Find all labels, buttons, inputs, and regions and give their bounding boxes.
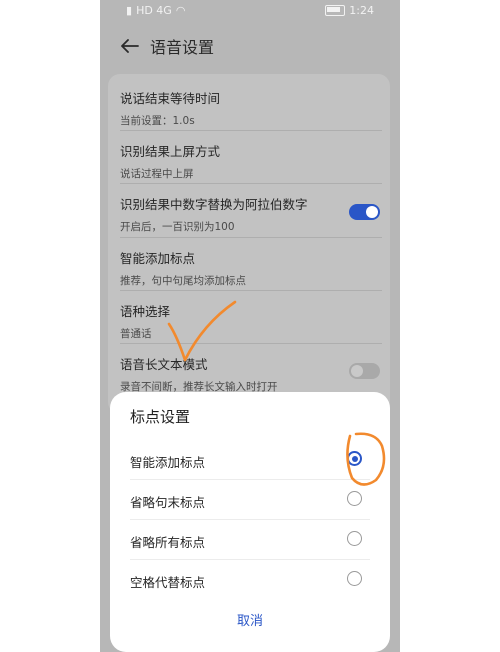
status-bar: ▮ HD 4G ◠ 1:24 [100, 0, 400, 22]
divider [120, 343, 382, 344]
wifi-icon: ◠ [175, 4, 186, 17]
setting-subtitle: 开启后，一百识别为100 [120, 221, 235, 233]
cancel-button[interactable]: 取消 [110, 610, 390, 629]
setting-long-text[interactable]: 语音长文本模式 录音不间断，推荐长文输入时打开 [120, 354, 382, 394]
setting-title: 语种选择 [120, 304, 171, 319]
setting-subtitle: 普通话 [120, 328, 152, 340]
status-right: 1:24 [325, 4, 374, 17]
signal-icon: ▮ [126, 4, 133, 17]
option-omit-all-punctuation[interactable]: 省略所有标点 [130, 520, 370, 560]
radio-unselected[interactable] [347, 571, 362, 586]
setting-title: 说话结束等待时间 [120, 91, 221, 106]
divider [120, 130, 382, 131]
option-omit-end-punctuation[interactable]: 省略句末标点 [130, 480, 370, 520]
setting-subtitle: 推荐，句中句尾均添加标点 [120, 275, 246, 287]
setting-title: 智能添加标点 [120, 251, 196, 266]
setting-display-mode[interactable]: 识别结果上屏方式 说话过程中上屏 [120, 141, 382, 181]
setting-arabic-numerals[interactable]: 识别结果中数字替换为阿拉伯数字 开启后，一百识别为100 [120, 194, 382, 234]
setting-title: 识别结果上屏方式 [120, 144, 221, 159]
back-button[interactable] [120, 36, 140, 56]
top-bar: 语音设置 [100, 30, 400, 62]
battery-icon [325, 5, 346, 16]
option-label: 空格代替标点 [130, 575, 206, 590]
radio-unselected[interactable] [347, 491, 362, 506]
setting-title: 语音长文本模式 [120, 357, 208, 372]
checkmark-annotation-icon [167, 300, 237, 362]
option-label: 省略所有标点 [130, 535, 206, 550]
settings-card: 说话结束等待时间 当前设置：1.0s 识别结果上屏方式 说话过程中上屏 识别结果… [108, 74, 390, 414]
divider [120, 183, 382, 184]
punctuation-sheet: 标点设置 智能添加标点 省略句末标点 省略所有标点 空格代替标点 取消 [110, 392, 390, 652]
option-label: 省略句末标点 [130, 495, 206, 510]
network-label: HD 4G [136, 4, 172, 17]
circle-annotation-icon [346, 432, 386, 486]
setting-smart-punctuation[interactable]: 智能添加标点 推荐，句中句尾均添加标点 [120, 248, 382, 288]
arrow-left-icon [121, 39, 139, 53]
status-left: ▮ HD 4G ◠ [126, 4, 185, 17]
setting-wait-time[interactable]: 说话结束等待时间 当前设置：1.0s [120, 88, 382, 128]
radio-unselected[interactable] [347, 531, 362, 546]
divider [120, 237, 382, 238]
setting-language[interactable]: 语种选择 普通话 [120, 301, 382, 341]
setting-subtitle: 说话过程中上屏 [120, 168, 194, 180]
setting-subtitle: 当前设置：1.0s [120, 115, 195, 127]
status-time: 1:24 [349, 4, 374, 17]
option-smart-punctuation[interactable]: 智能添加标点 [130, 440, 370, 480]
page-title: 语音设置 [150, 38, 215, 57]
divider [120, 290, 382, 291]
option-space-for-punctuation[interactable]: 空格代替标点 [130, 560, 370, 600]
long-text-toggle[interactable] [349, 363, 380, 379]
sheet-title: 标点设置 [130, 408, 191, 426]
phone-screen: ▮ HD 4G ◠ 1:24 语音设置 说话结束等待时间 当前设置：1.0s 识… [100, 0, 400, 652]
arabic-numerals-toggle[interactable] [349, 204, 380, 220]
setting-title: 识别结果中数字替换为阿拉伯数字 [120, 197, 308, 212]
option-label: 智能添加标点 [130, 455, 206, 470]
